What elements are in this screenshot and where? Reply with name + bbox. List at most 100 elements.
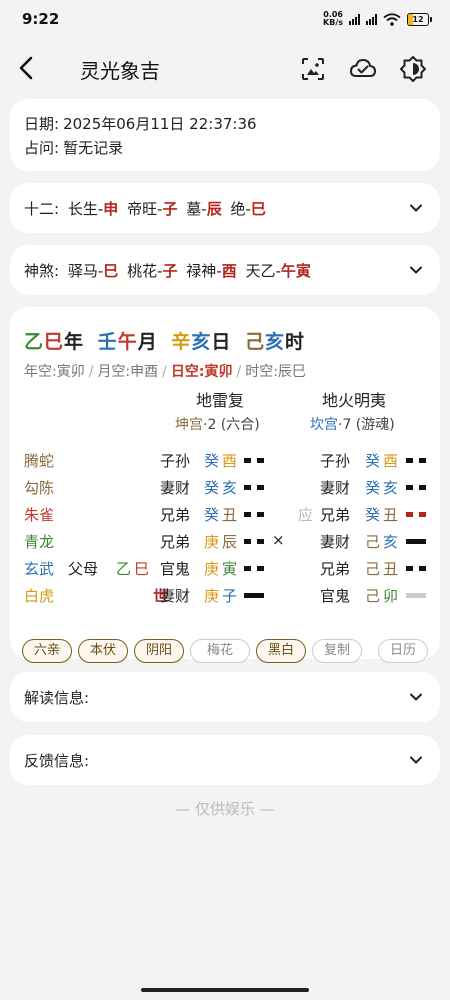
changed-line-relation: 妻财 <box>320 479 351 497</box>
yin-line-icon <box>406 485 426 490</box>
feedback-info-card[interactable]: 反馈信息: <box>10 735 440 785</box>
reading-info-label: 解读信息: <box>24 689 90 707</box>
option-chip[interactable]: 复制 <box>312 639 362 663</box>
line-relation: 兄弟 <box>160 506 191 524</box>
line-branch: 寅 <box>222 560 238 578</box>
shensha-row: 神煞: 驿马-巳 桃花-子 禄神-酉 天乙-午寅 <box>24 262 311 280</box>
fushen-stem: 乙 <box>116 560 132 578</box>
reading-info-card[interactable]: 解读信息: <box>10 672 440 722</box>
main-gua-name: 地雷复 <box>196 391 245 410</box>
changed-line-stem: 己 <box>365 533 381 551</box>
status-time: 9:22 <box>22 10 60 28</box>
chevron-down-icon[interactable] <box>408 689 424 705</box>
changed-line-relation: 子孙 <box>320 452 351 470</box>
yao-line-row: 勾陈 妻财癸亥妻财癸亥 <box>10 477 440 501</box>
chevron-down-icon[interactable] <box>408 752 424 768</box>
changed-line-branch: 亥 <box>383 479 399 497</box>
changed-gua-palace: 坎宫·7 (游魂) <box>310 417 395 433</box>
line-stem: 庚 <box>204 560 220 578</box>
option-chip[interactable]: 日历 <box>378 639 428 663</box>
feedback-info-label: 反馈信息: <box>24 752 90 770</box>
line-relation: 官鬼 <box>160 560 191 578</box>
yin-line-icon <box>244 512 264 517</box>
status-bar: 9:22 0.06 KB/s 12 <box>0 0 450 40</box>
twelve-stages-row: 十二: 长生-申 帝旺-子 墓-辰 绝-巳 <box>24 200 266 218</box>
six-spirit-label: 白虎 <box>24 587 55 605</box>
line-stem: 庚 <box>204 533 220 551</box>
theme-brightness-icon[interactable] <box>399 55 427 83</box>
changed-line-stem: 癸 <box>365 506 381 524</box>
wifi-icon <box>383 12 401 26</box>
chevron-down-icon[interactable] <box>408 200 424 216</box>
changed-line-branch: 酉 <box>383 452 399 470</box>
screenshot-icon[interactable] <box>299 55 327 83</box>
footer-disclaimer: — 仅供娱乐 — <box>175 800 275 818</box>
moving-line-mark: × <box>272 531 285 549</box>
option-chip[interactable]: 本伏 <box>78 639 128 663</box>
four-pillars: 乙巳年 壬午月 辛亥日 己亥时 <box>24 331 306 353</box>
option-chip[interactable]: 黑白 <box>256 639 306 663</box>
yang-line-icon <box>406 539 426 544</box>
changed-line-stem: 己 <box>365 560 381 578</box>
yin-line-icon <box>244 539 264 544</box>
option-chip[interactable]: 六亲 <box>22 639 72 663</box>
line-branch: 丑 <box>222 506 238 524</box>
changed-gua-name: 地火明夷 <box>322 391 387 410</box>
question-row: 占问: 暂无记录 <box>24 139 124 157</box>
yao-line-row: 朱雀 兄弟癸丑应兄弟癸丑 <box>10 504 440 528</box>
line-stem: 癸 <box>204 452 220 470</box>
shi-ying-mark: 应 <box>298 506 314 524</box>
twelve-stages-card[interactable]: 十二: 长生-申 帝旺-子 墓-辰 绝-巳 <box>10 183 440 233</box>
yang-line-icon <box>406 593 426 598</box>
home-indicator[interactable] <box>141 988 309 992</box>
yin-line-icon <box>406 458 426 463</box>
line-branch: 子 <box>222 587 238 605</box>
main-gua-palace: 坤宫·2 (六合) <box>175 417 260 433</box>
shensha-card[interactable]: 神煞: 驿马-巳 桃花-子 禄神-酉 天乙-午寅 <box>10 245 440 295</box>
option-chip[interactable]: 梅花 <box>190 639 250 663</box>
changed-line-stem: 己 <box>365 587 381 605</box>
page-title: 灵光象吉 <box>80 59 160 83</box>
battery-icon: 12 <box>407 12 432 26</box>
yin-line-icon <box>244 566 264 571</box>
six-spirit-label: 朱雀 <box>24 506 55 524</box>
kong-row: 年空:寅卯 / 月空:申酉 / 日空:寅卯 / 时空:辰巳 <box>24 364 306 380</box>
yin-line-icon <box>244 458 264 463</box>
cell-signal-2-icon <box>366 13 377 25</box>
option-chip[interactable]: 阴阳 <box>134 639 184 663</box>
changed-line-branch: 卯 <box>383 587 399 605</box>
changed-line-relation: 兄弟 <box>320 506 351 524</box>
yang-line-icon <box>244 593 264 598</box>
fushen-branch: 巳 <box>134 560 150 578</box>
line-relation: 子孙 <box>160 452 191 470</box>
yin-line-icon <box>406 566 426 571</box>
changed-line-relation: 妻财 <box>320 533 351 551</box>
changed-line-stem: 癸 <box>365 479 381 497</box>
line-branch: 酉 <box>222 452 238 470</box>
hexagram-card: 乙巳年 壬午月 辛亥日 己亥时 年空:寅卯 / 月空:申酉 / 日空:寅卯 / 时空:辰巳 … <box>10 307 440 663</box>
changed-line-stem: 癸 <box>365 452 381 470</box>
cell-signal-icon <box>349 13 360 25</box>
six-spirit-label: 青龙 <box>24 533 55 551</box>
line-stem: 庚 <box>204 587 220 605</box>
info-card: 日期: 2025年06月11日 22:37:36 占问: 暂无记录 <box>10 99 440 171</box>
changed-line-branch: 亥 <box>383 533 399 551</box>
six-spirit-label: 玄武 <box>24 560 55 578</box>
fushen-relation: 父母 <box>68 560 99 578</box>
line-stem: 癸 <box>204 506 220 524</box>
yao-line-row: 腾蛇 子孙癸酉子孙癸酉 <box>10 450 440 474</box>
yin-line-icon <box>406 512 426 517</box>
net-speed: 0.06 KB/s <box>323 10 343 27</box>
changed-line-branch: 丑 <box>383 560 399 578</box>
back-arrow-icon[interactable] <box>14 55 40 81</box>
chevron-down-icon[interactable] <box>408 262 424 278</box>
date-row: 日期: 2025年06月11日 22:37:36 <box>24 115 257 133</box>
line-relation: 兄弟 <box>160 533 191 551</box>
yao-line-row: 白虎世妻财庚子官鬼己卯 <box>10 585 440 609</box>
cloud-sync-icon[interactable] <box>348 55 378 83</box>
six-spirit-label: 腾蛇 <box>24 452 55 470</box>
status-icons: 0.06 KB/s 12 <box>323 11 432 27</box>
yin-line-icon <box>244 485 264 490</box>
line-relation: 妻财 <box>160 587 191 605</box>
yao-line-row: 玄武 父母乙巳官鬼庚寅 兄弟己丑 <box>10 558 440 582</box>
